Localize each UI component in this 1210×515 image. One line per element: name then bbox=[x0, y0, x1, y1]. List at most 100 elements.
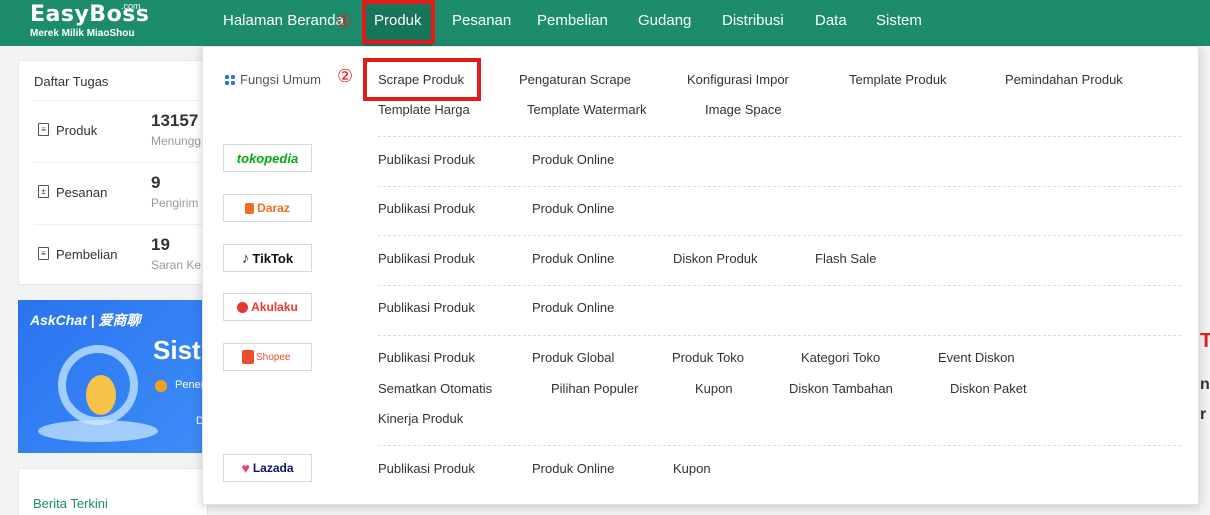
tokopedia-produk-online-link[interactable]: Produk Online bbox=[532, 152, 614, 167]
lazada-heart-icon: ♥ bbox=[241, 460, 250, 476]
akulaku-logo: Akulaku bbox=[223, 293, 312, 321]
shopee-kategori-toko-link[interactable]: Kategori Toko bbox=[801, 350, 880, 365]
right-fragment-1: Tu bbox=[1200, 330, 1210, 352]
platform-illustration bbox=[38, 420, 158, 442]
divider bbox=[378, 285, 1181, 286]
news-card: Berita Terkini bbox=[18, 468, 208, 515]
coin-illustration bbox=[86, 375, 116, 415]
divider bbox=[378, 186, 1181, 187]
brand-tagline: Merek Milik MiaoShou bbox=[30, 28, 135, 39]
shopee-produk-global-link[interactable]: Produk Global bbox=[532, 350, 614, 365]
lazada-logo: ♥ Lazada bbox=[223, 454, 312, 482]
brand-tld: .com bbox=[121, 1, 141, 11]
shopee-pilihan-populer-link[interactable]: Pilihan Populer bbox=[551, 381, 638, 396]
pemindahan-produk-link[interactable]: Pemindahan Produk bbox=[1005, 72, 1123, 87]
tokopedia-logo: tokopedia bbox=[223, 144, 312, 172]
akulaku-publikasi-produk-link[interactable]: Publikasi Produk bbox=[378, 300, 475, 315]
daraz-logo-text: Daraz bbox=[257, 201, 290, 215]
tokopedia-logo-text: tokopedia bbox=[236, 150, 299, 166]
tiktok-note-icon: ♪ bbox=[241, 249, 250, 267]
document-icon: ≡ bbox=[38, 123, 49, 136]
nav-pesanan[interactable]: Pesanan bbox=[452, 0, 511, 46]
askchat-logo: AskChat | 爱商聊 bbox=[30, 312, 141, 328]
shopee-bag-icon bbox=[242, 350, 254, 364]
top-navigation-bar: EasyBoss .com Merek Milik MiaoShou Halam… bbox=[0, 0, 1210, 46]
produk-dropdown-menu: Fungsi Umum Scrape Produk Pengaturan Scr… bbox=[202, 46, 1199, 505]
tiktok-diskon-produk-link[interactable]: Diskon Produk bbox=[673, 251, 758, 266]
news-title[interactable]: Berita Terkini bbox=[33, 496, 108, 511]
fungsi-umum-label: Fungsi Umum bbox=[240, 72, 321, 87]
konfigurasi-impor-link[interactable]: Konfigurasi Impor bbox=[687, 72, 789, 87]
task-label: Pesanan bbox=[56, 185, 108, 200]
shopee-event-diskon-link[interactable]: Event Diskon bbox=[938, 350, 1015, 365]
akulaku-produk-online-link[interactable]: Produk Online bbox=[532, 300, 614, 315]
easyboss-logo[interactable]: EasyBoss .com Merek Milik MiaoShou bbox=[30, 1, 149, 40]
nav-distribusi[interactable]: Distribusi bbox=[722, 0, 784, 46]
list-icon: ≡ bbox=[38, 247, 49, 260]
task-label: Pembelian bbox=[56, 247, 118, 262]
nav-pembelian[interactable]: Pembelian bbox=[537, 0, 608, 46]
tiktok-produk-online-link[interactable]: Produk Online bbox=[532, 251, 614, 266]
lazada-produk-online-link[interactable]: Produk Online bbox=[532, 461, 614, 476]
banner-subtitle: Pener bbox=[175, 379, 205, 391]
banner-title: Sist bbox=[153, 335, 201, 365]
nav-data[interactable]: Data bbox=[815, 0, 847, 46]
task-list-card: Daftar Tugas ≡ Produk 13157 Menungg ± Pe… bbox=[18, 60, 208, 285]
task-sub: Saran Ke bbox=[151, 258, 202, 272]
nav-gudang[interactable]: Gudang bbox=[638, 0, 691, 46]
tiktok-publikasi-produk-link[interactable]: Publikasi Produk bbox=[378, 251, 475, 266]
task-row-produk[interactable]: ≡ Produk 13157 Menungg bbox=[34, 100, 204, 162]
task-row-pesanan[interactable]: ± Pesanan 9 Pengirim bbox=[34, 162, 204, 224]
task-count: 13157 bbox=[151, 111, 199, 130]
tokopedia-publikasi-produk-link[interactable]: Publikasi Produk bbox=[378, 152, 475, 167]
shopee-sematkan-otomatis-link[interactable]: Sematkan Otomatis bbox=[378, 381, 492, 396]
nav-halaman-beranda[interactable]: Halaman Beranda bbox=[223, 0, 344, 46]
daraz-produk-online-link[interactable]: Produk Online bbox=[532, 201, 614, 216]
lazada-logo-text: Lazada bbox=[252, 461, 294, 475]
divider bbox=[378, 335, 1181, 336]
tiktok-flash-sale-link[interactable]: Flash Sale bbox=[815, 251, 876, 266]
daraz-logo: Daraz bbox=[223, 194, 312, 222]
divider bbox=[378, 235, 1181, 236]
shopee-diskon-paket-link[interactable]: Diskon Paket bbox=[950, 381, 1027, 396]
nav-sistem[interactable]: Sistem bbox=[876, 0, 922, 46]
shopee-diskon-tambahan-link[interactable]: Diskon Tambahan bbox=[789, 381, 893, 396]
lazada-publikasi-produk-link[interactable]: Publikasi Produk bbox=[378, 461, 475, 476]
tiktok-logo-text: TikTok bbox=[252, 250, 294, 266]
akulaku-logo-mark bbox=[237, 301, 249, 313]
task-row-pembelian[interactable]: ≡ Pembelian 19 Saran Ke bbox=[34, 224, 204, 286]
shopee-kinerja-produk-link[interactable]: Kinerja Produk bbox=[378, 411, 463, 426]
task-sub: Pengirim bbox=[151, 196, 199, 210]
receipt-icon: ± bbox=[38, 185, 49, 198]
check-icon bbox=[155, 380, 167, 392]
lazada-kupon-link[interactable]: Kupon bbox=[673, 461, 711, 476]
task-count: 19 bbox=[151, 235, 170, 254]
nav-produk[interactable]: Produk bbox=[364, 0, 432, 46]
daraz-logo-mark bbox=[245, 202, 255, 214]
daraz-publikasi-produk-link[interactable]: Publikasi Produk bbox=[378, 201, 475, 216]
pengaturan-scrape-link[interactable]: Pengaturan Scrape bbox=[519, 72, 631, 87]
template-produk-link[interactable]: Template Produk bbox=[849, 72, 947, 87]
task-sub: Menungg bbox=[151, 134, 202, 148]
task-list-title: Daftar Tugas bbox=[34, 74, 109, 89]
tiktok-logo: ♪ TikTok bbox=[223, 244, 312, 272]
shopee-logo-text: Shopee bbox=[256, 351, 291, 363]
grid-icon bbox=[225, 75, 235, 85]
akulaku-logo-text: Akulaku bbox=[251, 300, 298, 314]
askchat-banner[interactable]: AskChat | 爱商聊 Sist Pener D bbox=[18, 300, 208, 453]
shopee-publikasi-produk-link[interactable]: Publikasi Produk bbox=[378, 350, 475, 365]
step-1-marker: ① bbox=[336, 11, 353, 32]
image-space-link[interactable]: Image Space bbox=[705, 102, 782, 117]
template-watermark-link[interactable]: Template Watermark bbox=[527, 102, 646, 117]
divider bbox=[378, 445, 1181, 446]
divider bbox=[378, 136, 1181, 137]
right-fragment-3: r bbox=[1200, 406, 1207, 423]
template-harga-link[interactable]: Template Harga bbox=[378, 102, 470, 117]
task-label: Produk bbox=[56, 123, 98, 138]
shopee-logo: Shopee bbox=[223, 343, 312, 371]
right-fragment-2: n bbox=[1200, 376, 1210, 393]
shopee-kupon-link[interactable]: Kupon bbox=[695, 381, 733, 396]
step-2-marker: ② bbox=[337, 66, 354, 87]
scrape-produk-link[interactable]: Scrape Produk bbox=[378, 72, 464, 87]
shopee-produk-toko-link[interactable]: Produk Toko bbox=[672, 350, 744, 365]
